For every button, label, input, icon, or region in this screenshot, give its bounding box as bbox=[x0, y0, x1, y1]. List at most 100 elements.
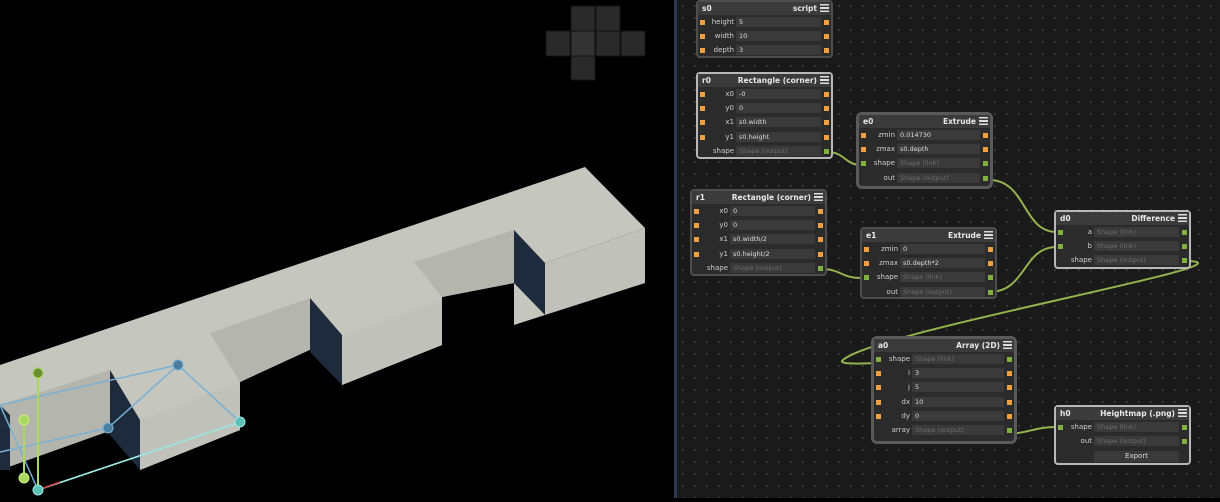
output-port[interactable] bbox=[983, 133, 988, 138]
output-port[interactable] bbox=[1182, 425, 1187, 430]
input-port[interactable] bbox=[1058, 244, 1063, 250]
node-header[interactable]: e1 Extrude bbox=[862, 229, 995, 242]
input-port[interactable] bbox=[861, 133, 866, 138]
node-r0[interactable]: r0 Rectangle (corner) x0 -0 y0 0 x1 s0.widt… bbox=[696, 72, 833, 159]
output-port[interactable] bbox=[818, 265, 823, 271]
field-value[interactable]: 0 bbox=[730, 206, 815, 216]
field-value[interactable]: -0 bbox=[736, 89, 821, 99]
input-port[interactable] bbox=[864, 261, 869, 267]
field-value[interactable]: 0.014730 bbox=[897, 130, 980, 140]
field-value[interactable]: 10 bbox=[736, 31, 821, 42]
node-header[interactable]: a0 Array (2D) bbox=[874, 339, 1014, 352]
output-port[interactable] bbox=[983, 175, 988, 181]
input-port[interactable] bbox=[864, 275, 869, 281]
field-value[interactable]: 3 bbox=[736, 45, 821, 56]
output-port[interactable] bbox=[818, 209, 823, 214]
input-port[interactable] bbox=[694, 251, 699, 257]
output-port[interactable] bbox=[988, 247, 993, 252]
node-a0[interactable]: a0 Array (2D) shape Shape (link) i3 j5 dx… bbox=[871, 336, 1017, 444]
input-port[interactable] bbox=[700, 120, 705, 126]
input-port[interactable] bbox=[876, 357, 881, 362]
output-port[interactable] bbox=[824, 106, 829, 112]
field-value[interactable]: s0.depth*2 bbox=[900, 258, 985, 269]
output-port[interactable] bbox=[818, 223, 823, 229]
node-r1[interactable]: r1 Rectangle (corner) x0 0 y0 0 x1 s0.width… bbox=[690, 189, 827, 276]
output-port[interactable] bbox=[1182, 258, 1187, 264]
input-port[interactable] bbox=[876, 413, 881, 419]
input-port[interactable] bbox=[876, 385, 881, 391]
field-value[interactable]: 0 bbox=[900, 244, 985, 254]
input-port[interactable] bbox=[864, 247, 869, 252]
input-port[interactable] bbox=[700, 92, 705, 97]
output-port[interactable] bbox=[824, 20, 829, 25]
output-port[interactable] bbox=[818, 237, 823, 243]
field-value[interactable]: 10 bbox=[912, 396, 1004, 407]
node-header[interactable]: s0 script bbox=[698, 2, 831, 15]
output-port[interactable] bbox=[818, 251, 823, 257]
menu-icon[interactable] bbox=[820, 76, 829, 84]
field-value[interactable]: s0.width bbox=[736, 117, 821, 128]
node-h0[interactable]: h0 Heightmap (.png) shape Shape (link) ou… bbox=[1054, 405, 1191, 465]
output-port[interactable] bbox=[824, 92, 829, 97]
input-port[interactable] bbox=[876, 399, 881, 405]
input-port[interactable] bbox=[861, 161, 866, 167]
input-port[interactable] bbox=[700, 20, 705, 25]
node-header[interactable]: r1 Rectangle (corner) bbox=[692, 191, 825, 204]
menu-icon[interactable] bbox=[814, 193, 823, 201]
output-port[interactable] bbox=[988, 261, 993, 267]
output-port[interactable] bbox=[824, 34, 829, 40]
export-button[interactable]: Export bbox=[1094, 451, 1179, 463]
input-port[interactable] bbox=[700, 106, 705, 112]
menu-icon[interactable] bbox=[1178, 409, 1187, 417]
menu-icon[interactable] bbox=[979, 117, 988, 125]
output-port[interactable] bbox=[1007, 385, 1012, 391]
output-port[interactable] bbox=[1007, 399, 1012, 405]
menu-icon[interactable] bbox=[1003, 341, 1012, 349]
input-port[interactable] bbox=[1058, 425, 1063, 430]
output-port[interactable] bbox=[983, 147, 988, 153]
field-value[interactable]: 0 bbox=[730, 220, 815, 231]
output-port[interactable] bbox=[824, 134, 829, 140]
view-cube[interactable] bbox=[545, 5, 646, 81]
3d-viewport[interactable] bbox=[0, 0, 674, 498]
field-value[interactable]: s0.height bbox=[736, 131, 821, 142]
field-value[interactable]: s0.width/2 bbox=[730, 234, 815, 245]
output-port[interactable] bbox=[1007, 427, 1012, 433]
input-port[interactable] bbox=[700, 134, 705, 140]
input-port[interactable] bbox=[694, 237, 699, 243]
output-port[interactable] bbox=[1007, 357, 1012, 362]
menu-icon[interactable] bbox=[820, 4, 829, 12]
input-port[interactable] bbox=[1058, 230, 1063, 235]
node-header[interactable]: h0 Heightmap (.png) bbox=[1056, 407, 1189, 420]
input-port[interactable] bbox=[876, 371, 881, 377]
node-header[interactable]: d0 Difference bbox=[1056, 212, 1189, 225]
output-port[interactable] bbox=[1182, 230, 1187, 235]
input-port[interactable] bbox=[700, 34, 705, 40]
input-port[interactable] bbox=[694, 223, 699, 229]
node-e1[interactable]: e1 Extrude zmin 0 zmax s0.depth*2 shape Sha… bbox=[860, 227, 997, 299]
node-header[interactable]: r0 Rectangle (corner) bbox=[698, 74, 831, 87]
node-d0[interactable]: d0 Difference a Shape (link) b Shape (link… bbox=[1054, 210, 1191, 269]
node-graph-canvas[interactable]: s0 script height 5 width 10 depth 3 r0 Rect… bbox=[677, 0, 1220, 498]
input-port[interactable] bbox=[694, 209, 699, 214]
output-port[interactable] bbox=[988, 289, 993, 295]
output-port[interactable] bbox=[1007, 371, 1012, 377]
output-port[interactable] bbox=[824, 48, 829, 54]
menu-icon[interactable] bbox=[1178, 214, 1187, 222]
field-value[interactable]: 3 bbox=[912, 368, 1004, 379]
input-port[interactable] bbox=[700, 48, 705, 54]
output-port[interactable] bbox=[1007, 413, 1012, 419]
field-value[interactable]: s0.height/2 bbox=[730, 248, 815, 259]
input-port[interactable] bbox=[861, 147, 866, 153]
node-e0[interactable]: e0 Extrude zmin 0.014730 zmax s0.depth sha… bbox=[856, 112, 993, 189]
node-s0[interactable]: s0 script height 5 width 10 depth 3 bbox=[696, 0, 833, 58]
output-port[interactable] bbox=[988, 275, 993, 281]
field-value[interactable]: 0 bbox=[736, 103, 821, 114]
menu-icon[interactable] bbox=[984, 231, 993, 239]
field-value[interactable]: 0 bbox=[912, 410, 1004, 421]
output-port[interactable] bbox=[1182, 244, 1187, 250]
output-port[interactable] bbox=[1182, 439, 1187, 445]
output-port[interactable] bbox=[824, 120, 829, 126]
output-port[interactable] bbox=[983, 161, 988, 167]
field-value[interactable]: 5 bbox=[912, 382, 1004, 393]
